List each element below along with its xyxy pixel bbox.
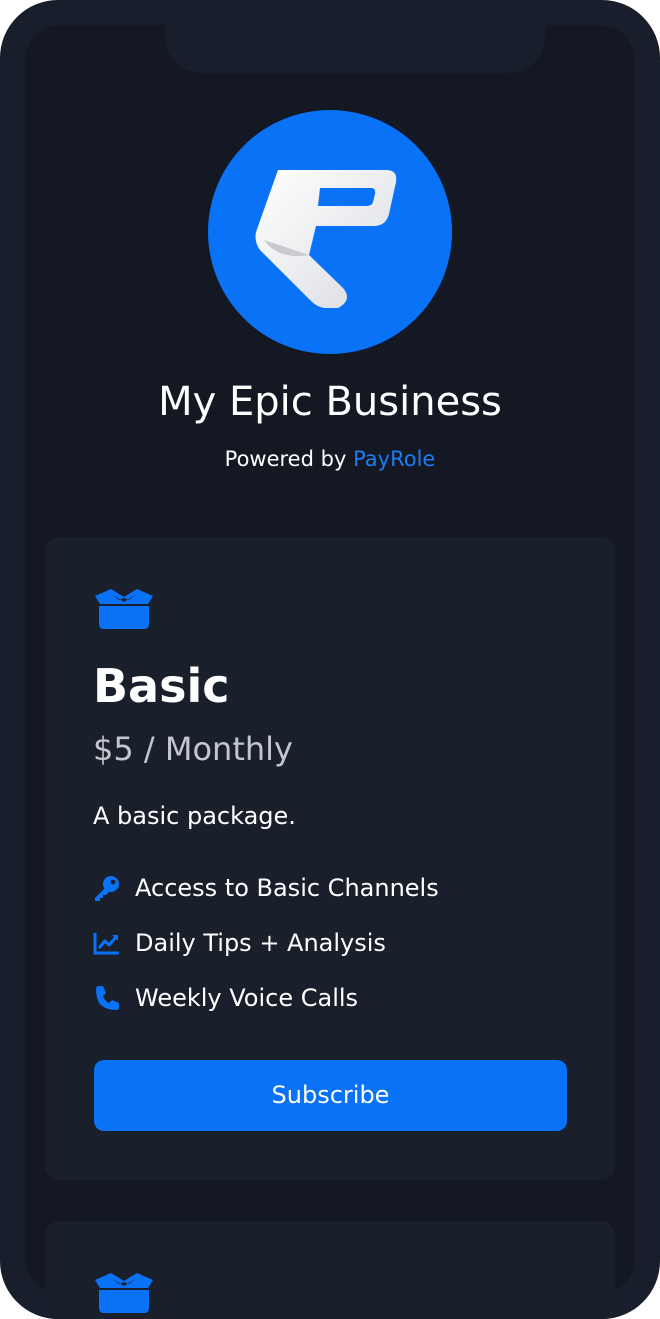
feature-item: Daily Tips + Analysis [93, 925, 386, 961]
powered-by-label: Powered by [224, 447, 347, 471]
feature-label: Weekly Voice Calls [135, 984, 359, 1012]
phone-icon [93, 984, 121, 1012]
box-open-icon [93, 1272, 155, 1314]
feature-item: Weekly Voice Calls [93, 980, 358, 1016]
plan-price: $5 / Monthly [93, 730, 293, 768]
key-icon [93, 874, 121, 902]
notch [165, 25, 545, 73]
business-name: My Epic Business [158, 379, 502, 425]
chart-line-icon [93, 929, 121, 957]
subscribe-button[interactable]: Subscribe [94, 1060, 567, 1131]
feature-label: Daily Tips + Analysis [135, 929, 386, 957]
feature-item: Access to Basic Channels [93, 870, 439, 906]
feature-label: Access to Basic Channels [135, 874, 439, 902]
plan-name: Basic [93, 659, 230, 713]
plan-description: A basic package. [93, 802, 296, 830]
payrole-logo [208, 110, 452, 354]
payrole-link[interactable]: PayRole [353, 447, 435, 471]
box-open-icon [93, 588, 155, 630]
powered-by: Powered by PayRole [0, 444, 660, 474]
phone-frame: My Epic Business Powered by PayRole Basi… [0, 0, 660, 1319]
